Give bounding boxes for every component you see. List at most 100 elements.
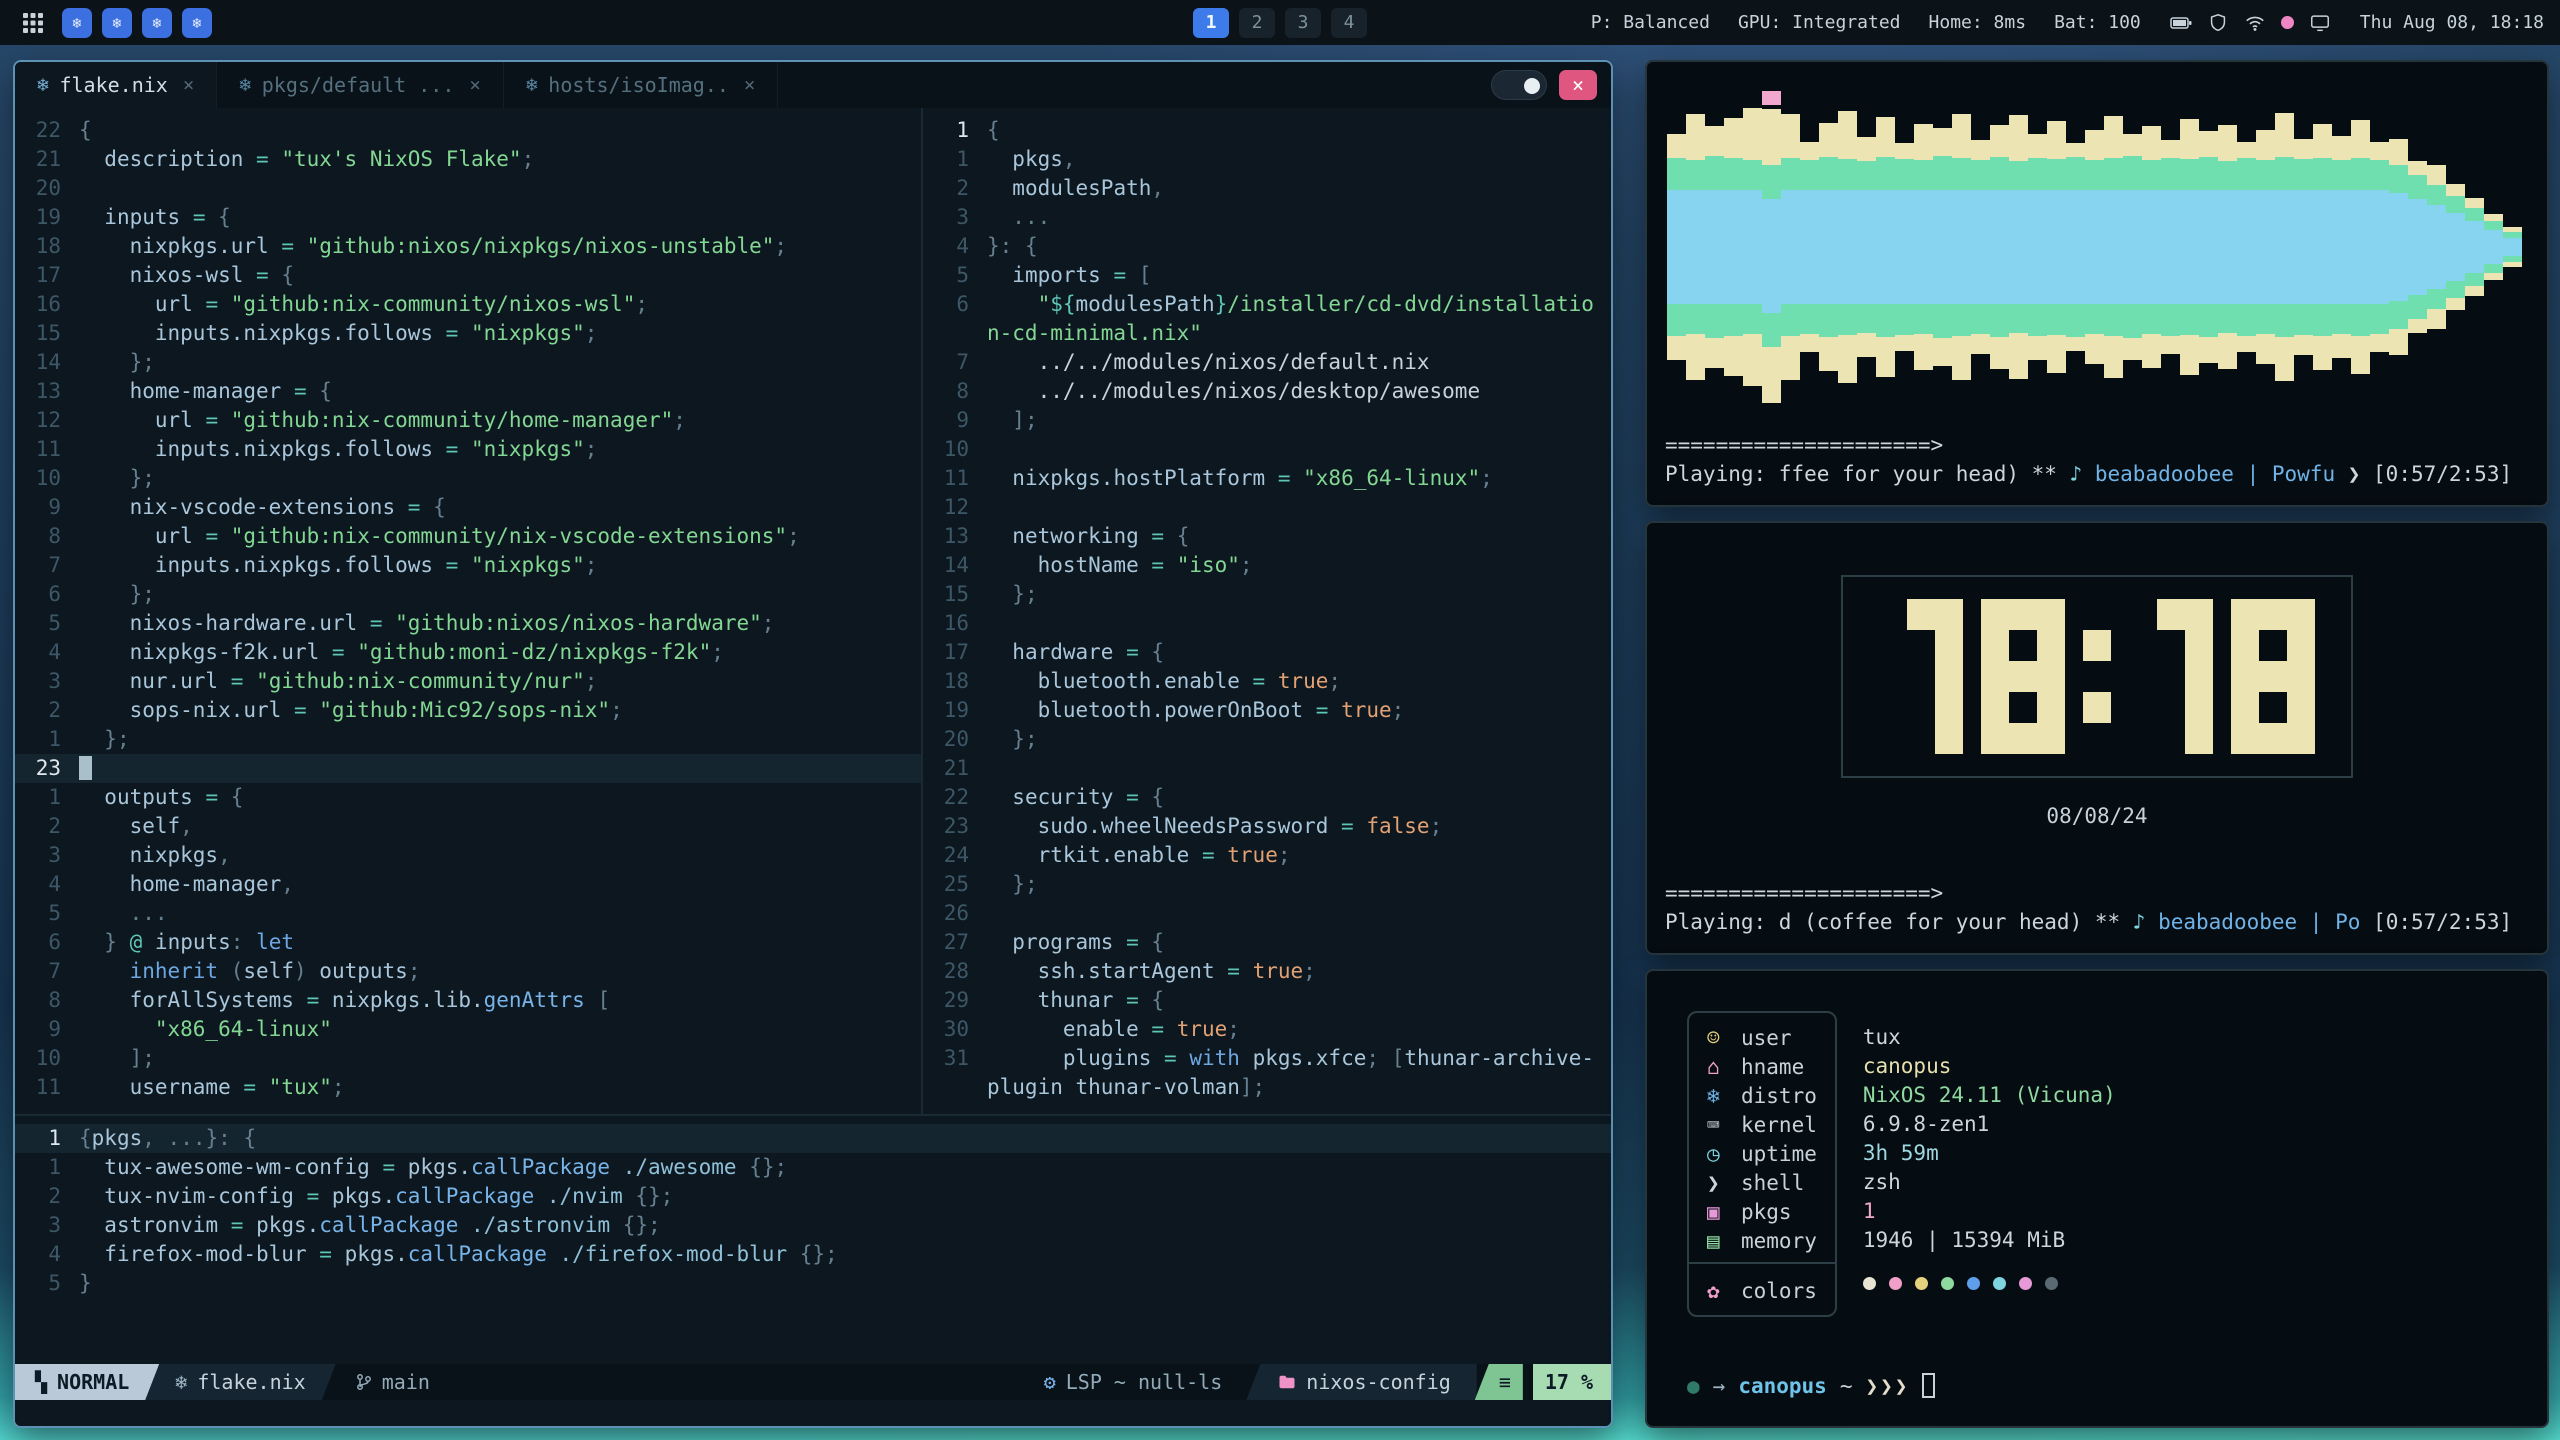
code-line[interactable]: 6 } @ inputs: let [15, 928, 921, 957]
close-tab-icon[interactable]: × [469, 74, 480, 96]
code-line[interactable]: 4 home-manager, [15, 870, 921, 899]
code-line[interactable]: 20 [15, 174, 921, 203]
code-line[interactable]: 10 ]; [15, 1044, 921, 1073]
tab-flake-nix[interactable]: ❄flake.nix× [15, 62, 217, 108]
code-line[interactable]: 31 plugins = with pkgs.xfce; [thunar-arc… [923, 1044, 1611, 1073]
theme-toggle-button[interactable] [1491, 70, 1547, 100]
terminal-clock-window[interactable]: 08/08/24 =====================>Playing: … [1645, 521, 2549, 955]
pinned-app-icon-4[interactable]: ❄ [182, 8, 212, 38]
code-line[interactable]: 24 rtkit.enable = true; [923, 841, 1611, 870]
code-line[interactable]: 5 imports = [ [923, 261, 1611, 290]
code-line[interactable]: 17 nixos-wsl = { [15, 261, 921, 290]
code-line[interactable]: 22 security = { [923, 783, 1611, 812]
code-line[interactable]: 3 nur.url = "github:nix-community/nur"; [15, 667, 921, 696]
code-line[interactable]: 23 [15, 754, 921, 783]
code-line[interactable]: 10 }; [15, 464, 921, 493]
pane-iso-image[interactable]: 1{1 pkgs,2 modulesPath,3 ...4}: {5 impor… [923, 108, 1611, 1114]
tag-4[interactable]: 4 [1331, 8, 1367, 38]
code-line[interactable]: 3 astronvim = pkgs.callPackage ./astronv… [15, 1211, 1611, 1240]
code-line[interactable]: 2 sops-nix.url = "github:Mic92/sops-nix"… [15, 696, 921, 725]
code-line[interactable]: 11 inputs.nixpkgs.follows = "nixpkgs"; [15, 435, 921, 464]
code-line[interactable]: 6 "${modulesPath}/installer/cd-dvd/insta… [923, 290, 1611, 319]
code-line[interactable]: 7 inherit (self) outputs; [15, 957, 921, 986]
terminal-cursor[interactable] [1922, 1373, 1935, 1398]
pane-pkgs-default[interactable]: 1{pkgs, ...}: {1 tux-awesome-wm-config =… [15, 1116, 1611, 1364]
code-line[interactable]: 23 sudo.wheelNeedsPassword = false; [923, 812, 1611, 841]
terminal-visualizer-window[interactable]: =====================>Playing: ffee for … [1645, 60, 2549, 507]
shell-prompt[interactable]: ● → canopus ~ ❯❯❯ [1687, 1373, 2547, 1398]
code-line[interactable]: 14 }; [15, 348, 921, 377]
code-line[interactable]: 16 [923, 609, 1611, 638]
code-line[interactable]: 21 [923, 754, 1611, 783]
app-launcher-button[interactable] [16, 6, 50, 40]
code-line[interactable]: 5} [15, 1269, 1611, 1298]
code-line[interactable]: 30 enable = true; [923, 1015, 1611, 1044]
code-line[interactable]: 15 }; [923, 580, 1611, 609]
code-line[interactable]: 4 nixpkgs-f2k.url = "github:moni-dz/nixp… [15, 638, 921, 667]
code-line[interactable]: 2 self, [15, 812, 921, 841]
close-tab-icon[interactable]: × [744, 74, 755, 96]
code-line[interactable]: 11 username = "tux"; [15, 1073, 921, 1102]
tag-3[interactable]: 3 [1285, 8, 1321, 38]
code-line[interactable]: 26 [923, 899, 1611, 928]
code-line[interactable]: 16 url = "github:nix-community/nixos-wsl… [15, 290, 921, 319]
terminal-fetch-window[interactable]: ☺user⌂hname❄distro⌨kernel◷uptime❯shell▣p… [1645, 969, 2549, 1428]
code-line[interactable]: 2 tux-nvim-config = pkgs.callPackage ./n… [15, 1182, 1611, 1211]
code-line[interactable]: 9 "x86_64-linux" [15, 1015, 921, 1044]
pinned-app-icon-2[interactable]: ❄ [102, 8, 132, 38]
wifi-icon[interactable] [2243, 12, 2267, 34]
code-line[interactable]: 1 }; [15, 725, 921, 754]
code-line[interactable]: 9 nix-vscode-extensions = { [15, 493, 921, 522]
code-line[interactable]: 27 programs = { [923, 928, 1611, 957]
close-tab-icon[interactable]: × [183, 74, 194, 96]
command-line[interactable] [15, 1400, 1611, 1426]
code-line[interactable]: 18 nixpkgs.url = "github:nixos/nixpkgs/n… [15, 232, 921, 261]
code-line[interactable]: 14 hostName = "iso"; [923, 551, 1611, 580]
pane-flake-nix[interactable]: 22{21 description = "tux's NixOS Flake";… [15, 108, 921, 1114]
code-line[interactable]: 12 url = "github:nix-community/home-mana… [15, 406, 921, 435]
code-line[interactable]: 1{pkgs, ...}: { [15, 1124, 1611, 1153]
code-line[interactable]: 12 [923, 493, 1611, 522]
code-line[interactable]: 3 ... [923, 203, 1611, 232]
code-line[interactable]: 29 thunar = { [923, 986, 1611, 1015]
tag-1[interactable]: 1 [1193, 8, 1229, 38]
pinned-app-icon-3[interactable]: ❄ [142, 8, 172, 38]
code-line[interactable]: 5 nixos-hardware.url = "github:nixos/nix… [15, 609, 921, 638]
tag-2[interactable]: 2 [1239, 8, 1275, 38]
code-line[interactable]: 6 }; [15, 580, 921, 609]
code-line[interactable]: 13 networking = { [923, 522, 1611, 551]
code-line[interactable]: 11 nixpkgs.hostPlatform = "x86_64-linux"… [923, 464, 1611, 493]
code-line[interactable]: 7 inputs.nixpkgs.follows = "nixpkgs"; [15, 551, 921, 580]
code-line[interactable]: 9 ]; [923, 406, 1611, 435]
code-line[interactable]: 7 ../../modules/nixos/default.nix [923, 348, 1611, 377]
pinned-app-icon-1[interactable]: ❄ [62, 8, 92, 38]
code-line[interactable]: 17 hardware = { [923, 638, 1611, 667]
code-line[interactable]: 1 tux-awesome-wm-config = pkgs.callPacka… [15, 1153, 1611, 1182]
code-line[interactable]: 15 inputs.nixpkgs.follows = "nixpkgs"; [15, 319, 921, 348]
code-line[interactable]: 21 description = "tux's NixOS Flake"; [15, 145, 921, 174]
code-line[interactable]: 13 home-manager = { [15, 377, 921, 406]
code-line[interactable]: 4 firefox-mod-blur = pkgs.callPackage ./… [15, 1240, 1611, 1269]
code-line[interactable]: 5 ... [15, 899, 921, 928]
code-line[interactable]: n-cd-minimal.nix" [923, 319, 1611, 348]
code-line[interactable]: 2 modulesPath, [923, 174, 1611, 203]
code-line[interactable]: 20 }; [923, 725, 1611, 754]
code-line[interactable]: 1 pkgs, [923, 145, 1611, 174]
tab-hosts-isoImag-[interactable]: ❄hosts/isoImag..× [504, 62, 779, 108]
code-line[interactable]: 19 bluetooth.powerOnBoot = true; [923, 696, 1611, 725]
code-line[interactable]: 1{ [923, 116, 1611, 145]
close-window-button[interactable]: × [1559, 70, 1597, 100]
code-line[interactable]: 1 outputs = { [15, 783, 921, 812]
code-line[interactable]: 22{ [15, 116, 921, 145]
code-line[interactable]: plugin thunar-volman]; [923, 1073, 1611, 1102]
datetime[interactable]: Thu Aug 08, 18:18 [2360, 12, 2544, 33]
code-line[interactable]: 28 ssh.startAgent = true; [923, 957, 1611, 986]
tab-pkgs-default-[interactable]: ❄pkgs/default ...× [217, 62, 504, 108]
code-line[interactable]: 18 bluetooth.enable = true; [923, 667, 1611, 696]
code-line[interactable]: 8 ../../modules/nixos/desktop/awesome [923, 377, 1611, 406]
code-line[interactable]: 4}: { [923, 232, 1611, 261]
code-line[interactable]: 8 url = "github:nix-community/nix-vscode… [15, 522, 921, 551]
code-line[interactable]: 10 [923, 435, 1611, 464]
code-line[interactable]: 3 nixpkgs, [15, 841, 921, 870]
code-line[interactable]: 19 inputs = { [15, 203, 921, 232]
